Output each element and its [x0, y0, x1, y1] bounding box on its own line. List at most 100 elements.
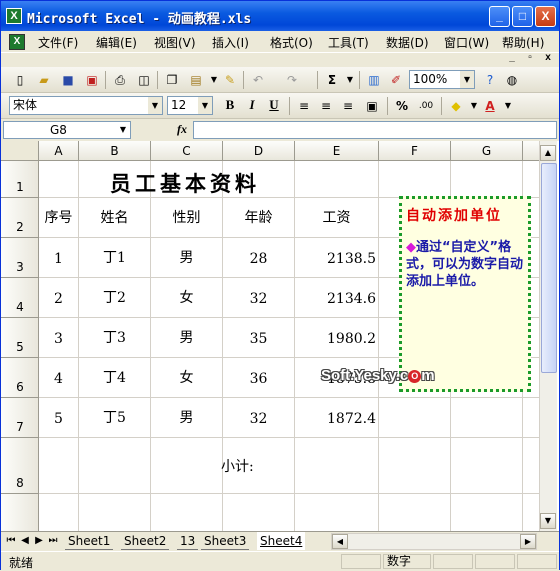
autosum-icon[interactable]: Σ [323, 71, 341, 89]
vertical-scrollbar[interactable]: ▲ ▼ [539, 141, 557, 531]
menu-format[interactable]: 格式(O) [270, 34, 313, 51]
copy-icon[interactable]: ❐ [163, 71, 181, 89]
scroll-up-icon[interactable]: ▲ [540, 145, 556, 161]
next-sheet-icon[interactable]: ▶ [33, 535, 45, 546]
font-size-select[interactable]: 12 ▼ [167, 96, 213, 115]
formula-input[interactable] [193, 121, 557, 139]
cell[interactable] [379, 161, 451, 198]
research-icon[interactable]: ◍ [503, 71, 521, 89]
row-header[interactable]: 1 [1, 161, 39, 198]
mdi-close-button[interactable]: x [541, 51, 555, 65]
sheet-tab-sheet2[interactable]: Sheet2 [121, 532, 170, 550]
sheet-tab-sheet4[interactable]: Sheet4 [257, 532, 306, 550]
cell[interactable] [151, 438, 223, 494]
row-header[interactable]: 4 [1, 278, 39, 318]
menu-window[interactable]: 窗口(W) [444, 34, 489, 51]
row-header[interactable]: 7 [1, 398, 39, 438]
column-header-d[interactable]: D [223, 141, 295, 161]
bold-button[interactable]: B [221, 97, 239, 115]
save-icon[interactable]: ■ [59, 71, 77, 89]
align-right-icon[interactable]: ≡ [339, 97, 357, 115]
cell[interactable]: 丁5 [79, 398, 151, 438]
cell[interactable]: 32 [223, 278, 295, 318]
chart-wizard-icon[interactable]: ▥ [365, 71, 383, 89]
cell[interactable]: 35 [223, 318, 295, 358]
new-icon[interactable]: ▯ [11, 71, 29, 89]
align-left-icon[interactable]: ≡ [295, 97, 313, 115]
cell[interactable] [39, 494, 79, 531]
menu-tools[interactable]: 工具(T) [328, 34, 369, 51]
chevron-down-icon[interactable]: ▼ [116, 122, 130, 138]
minimize-button[interactable]: _ [489, 6, 510, 27]
fill-color-icon[interactable]: ◆ [447, 97, 465, 115]
cell[interactable]: 5 [39, 398, 79, 438]
prev-sheet-icon[interactable]: ◀ [19, 535, 31, 546]
scroll-down-icon[interactable]: ▼ [540, 513, 556, 529]
cell[interactable]: 男 [151, 238, 223, 278]
menu-file[interactable]: 文件(F) [38, 34, 78, 51]
cell[interactable]: 年龄 [223, 198, 295, 238]
redo-icon[interactable]: ↷ [283, 71, 301, 89]
print-icon[interactable]: ⎙ [111, 71, 129, 89]
cell[interactable] [151, 494, 223, 531]
increase-decimal-icon[interactable]: .00 [417, 97, 435, 115]
cell[interactable] [39, 438, 79, 494]
column-header-g[interactable]: G [451, 141, 523, 161]
paste-icon[interactable]: ▤ [187, 71, 205, 89]
name-box[interactable]: G8 ▼ [3, 121, 131, 139]
italic-button[interactable]: I [243, 97, 261, 115]
cell[interactable] [295, 438, 379, 494]
help-icon[interactable]: ? [481, 71, 499, 89]
close-button[interactable]: X [535, 6, 556, 27]
scroll-right-icon[interactable]: ▶ [520, 534, 536, 549]
font-color-icon[interactable]: A [481, 97, 499, 115]
cell[interactable] [379, 438, 451, 494]
cell[interactable] [379, 398, 451, 438]
column-header-e[interactable]: E [295, 141, 379, 161]
cell[interactable]: 3 [39, 318, 79, 358]
menu-help[interactable]: 帮助(H) [502, 34, 544, 51]
cell[interactable]: 4 [39, 358, 79, 398]
first-sheet-icon[interactable]: ⏮ [5, 535, 17, 546]
cell[interactable]: 丁2 [79, 278, 151, 318]
cell[interactable]: 2134.6 [295, 278, 379, 318]
autosum-dropdown-icon[interactable]: ▼ [341, 71, 359, 89]
column-header-a[interactable]: A [39, 141, 79, 161]
cell[interactable]: 1 [39, 238, 79, 278]
cell[interactable]: 男 [151, 398, 223, 438]
worksheet-grid[interactable]: A B C D E F G 1 2 3 4 5 6 7 8 序号 姓名 性别 年龄 工资… [1, 141, 559, 531]
cell[interactable]: 1980.2 [295, 318, 379, 358]
cell[interactable]: 2138.5 [295, 238, 379, 278]
cell-comment[interactable]: 自动添加单位 ◆通过“自定义”格式，可以为数字自动添加上单位。 [399, 196, 531, 392]
cell[interactable] [295, 161, 379, 198]
insert-function-icon[interactable]: fx [177, 122, 187, 137]
maximize-button[interactable]: □ [512, 6, 533, 27]
cell[interactable]: 丁3 [79, 318, 151, 358]
open-icon[interactable]: ▰ [35, 71, 53, 89]
chevron-down-icon[interactable]: ▼ [460, 71, 474, 88]
chevron-down-icon[interactable]: ▼ [148, 97, 162, 114]
cell[interactable] [79, 438, 151, 494]
font-color-dropdown-icon[interactable]: ▼ [499, 97, 517, 115]
column-header-c[interactable]: C [151, 141, 223, 161]
zoom-select[interactable]: 100% ▼ [409, 70, 475, 89]
select-all-corner[interactable] [1, 141, 39, 161]
row-header[interactable]: 3 [1, 238, 39, 278]
chevron-down-icon[interactable]: ▼ [198, 97, 212, 114]
cell[interactable]: 32 [223, 398, 295, 438]
row-header[interactable]: 2 [1, 198, 39, 238]
format-painter-icon[interactable]: ✎ [221, 71, 239, 89]
cell[interactable] [451, 161, 523, 198]
cell[interactable] [451, 398, 523, 438]
merge-center-icon[interactable]: ▣ [363, 97, 381, 115]
cell[interactable]: 女 [151, 278, 223, 318]
scroll-left-icon[interactable]: ◀ [332, 534, 348, 549]
cell[interactable] [451, 438, 523, 494]
cell[interactable] [295, 494, 379, 531]
cell[interactable]: 工资 [295, 198, 379, 238]
row-header[interactable] [1, 494, 39, 531]
menu-edit[interactable]: 编辑(E) [96, 34, 137, 51]
cell[interactable]: 丁1 [79, 238, 151, 278]
sheet-tab-sheet3[interactable]: Sheet3 [201, 532, 250, 550]
cell[interactable]: 2 [39, 278, 79, 318]
